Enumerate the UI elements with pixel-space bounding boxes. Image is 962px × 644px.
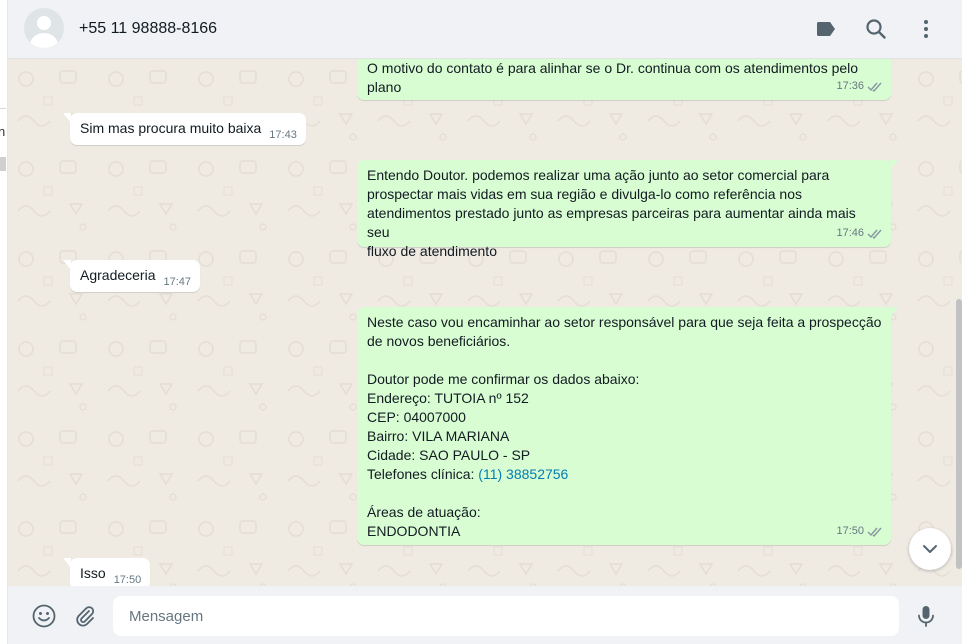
message-time: 17:36 — [836, 80, 864, 92]
avatar[interactable] — [24, 8, 64, 48]
mic-icon[interactable] — [913, 603, 939, 629]
message-time: 17:50 — [113, 574, 142, 586]
message-list-scrollbar[interactable] — [956, 299, 962, 569]
message-time: 17:50 — [836, 525, 864, 537]
attach-icon[interactable] — [72, 603, 98, 629]
message-text-line: fluxo de atendimento — [367, 243, 497, 259]
message-text-line: O motivo do contato é para alinhar se o … — [367, 60, 859, 76]
message-input[interactable] — [113, 596, 899, 636]
message-text-line: plano — [367, 79, 402, 95]
message-list[interactable]: O motivo do contato é para alinhar se o … — [8, 59, 962, 586]
message-text-line: Áreas de atuação: — [367, 504, 481, 520]
chat-list-scroll-fragment[interactable] — [0, 157, 6, 171]
phone-link[interactable]: (11) 38852756 — [478, 466, 568, 482]
search-icon[interactable] — [864, 17, 888, 41]
conversation-header[interactable]: +55 11 98888-8166 — [8, 0, 962, 59]
message-time: 17:46 — [836, 227, 864, 239]
message-text-line: CEP: 04007000 — [367, 409, 466, 425]
composer-bar — [8, 586, 962, 644]
phone-label: Telefones clínica: — [367, 466, 479, 482]
message-text-line: Endereço: TUTOIA nº 152 — [367, 390, 529, 406]
scroll-to-bottom-button[interactable] — [909, 528, 951, 570]
message-text-line: Doutor pode me confirmar os dados abaixo… — [367, 371, 640, 387]
double-check-icon — [867, 229, 882, 239]
chevron-down-icon — [923, 545, 937, 553]
message-incoming[interactable]: Agradeceria 17:47 — [62, 260, 201, 292]
menu-icon[interactable] — [914, 17, 938, 41]
message-meta: 17:50 — [836, 522, 883, 541]
avatar-head-shape — [37, 16, 51, 30]
message-text-line: de novos beneficiários. — [367, 333, 511, 349]
whatsapp-web-window: n +55 11 98888-8166 O motivo do contato … — [0, 0, 962, 644]
chat-list-fragment-text: n — [0, 124, 6, 139]
contact-name[interactable]: +55 11 98888-8166 — [79, 20, 217, 38]
double-check-icon — [867, 527, 882, 537]
double-check-icon — [867, 82, 882, 92]
message-text-line: Neste caso vou encaminhar ao setor respo… — [367, 314, 882, 330]
message-text: Sim mas procura muito baixa — [80, 120, 262, 136]
message-outgoing[interactable]: Neste caso vou encaminhar ao setor respo… — [357, 307, 898, 545]
message-incoming[interactable]: Sim mas procura muito baixa 17:43 — [63, 113, 306, 145]
message-text-line: Entendo Doutor. podemos realizar uma açã… — [367, 167, 830, 183]
message-text-line: prospectar mais vidas em sua região e di… — [367, 186, 802, 202]
avatar-body-shape — [30, 33, 58, 48]
message-time: 17:43 — [269, 129, 297, 141]
emoji-icon[interactable] — [31, 603, 57, 629]
message-outgoing[interactable]: Entendo Doutor. podemos realizar uma açã… — [357, 160, 898, 259]
message-text-line: atendimentos prestado junto as empresas … — [367, 205, 860, 240]
message-time: 17:47 — [163, 276, 192, 288]
message-text: Agradeceria — [80, 267, 156, 283]
message-outgoing[interactable]: O motivo do contato é para alinhar se o … — [357, 59, 891, 100]
message-text: Isso — [80, 565, 106, 581]
chat-list-edge: n — [0, 0, 8, 644]
message-text-line: ENDODONTIA — [367, 523, 461, 539]
message-text-line: Bairro: VILA MARIANA — [367, 428, 510, 444]
message-meta: 17:36 — [836, 77, 883, 96]
message-meta: 17:46 — [836, 224, 883, 243]
message-incoming[interactable]: Isso 17:50 — [62, 558, 151, 586]
divider — [0, 108, 6, 109]
message-text-line: Telefones clínica: (11) 38852756 — [367, 465, 882, 484]
message-text-line: Cidade: SAO PAULO - SP — [367, 447, 531, 463]
label-icon[interactable] — [814, 17, 838, 41]
conversation-panel: +55 11 98888-8166 O motivo do contato é … — [8, 0, 962, 644]
